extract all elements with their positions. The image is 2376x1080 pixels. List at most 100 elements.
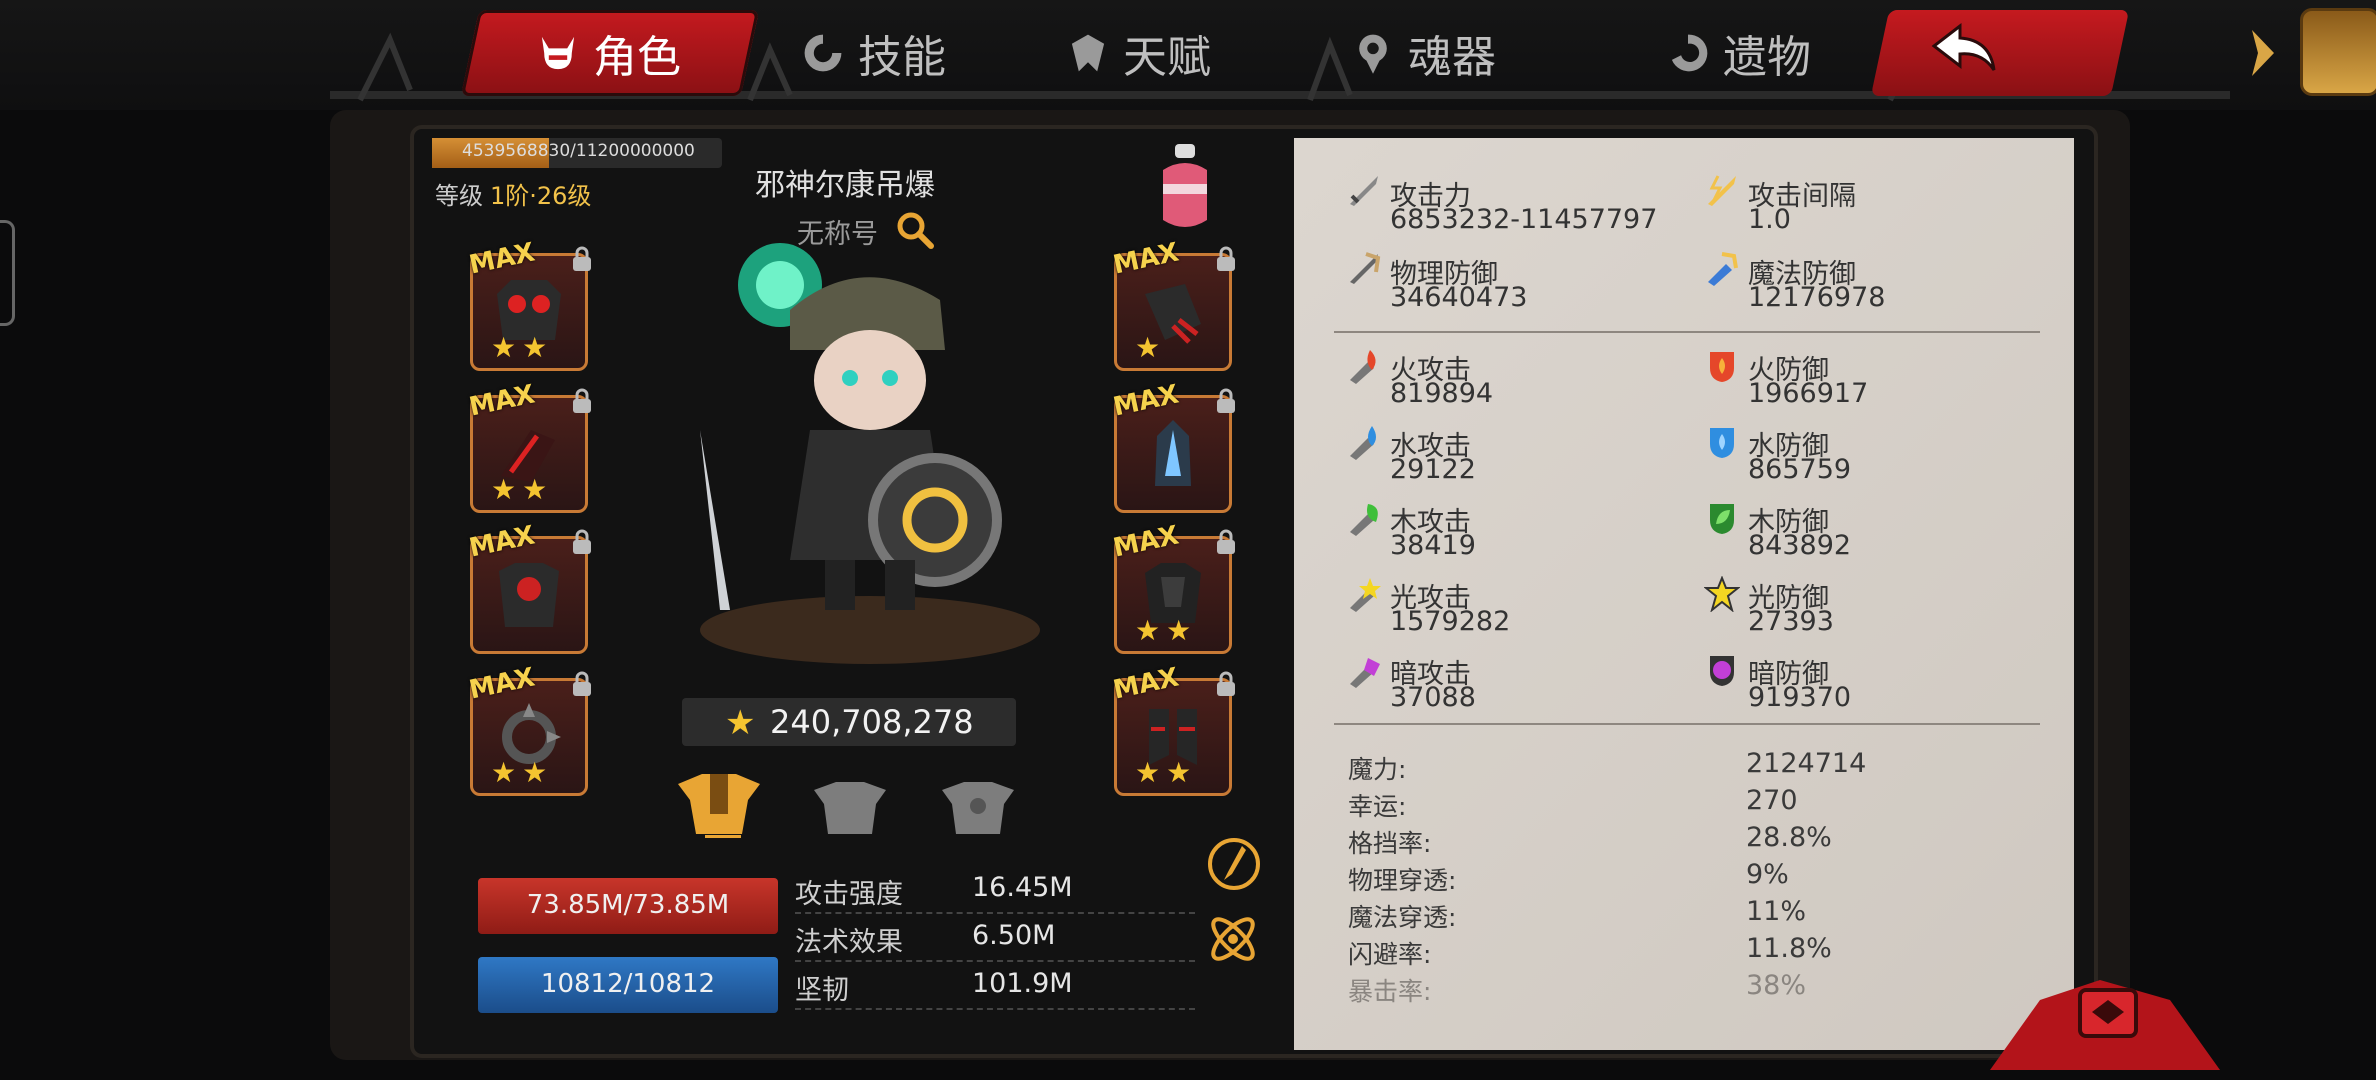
equip-slot-amulet[interactable]: MAX	[1111, 379, 1235, 513]
prop-label: 闪避率:	[1348, 940, 1432, 969]
prop-value: 9%	[1746, 859, 1789, 890]
light-defense-icon	[1704, 576, 1740, 612]
selected-indicator	[705, 835, 741, 838]
star-rating: ★★	[1135, 614, 1198, 647]
divider	[795, 960, 1195, 962]
equip-slot-ring[interactable]: MAX ★★	[467, 662, 591, 796]
back-button[interactable]	[1870, 10, 2130, 96]
stat-value: 34640473	[1390, 282, 1528, 313]
lightning-sword-icon	[1708, 175, 1736, 206]
combat-power-value: 240,708,278	[770, 703, 974, 741]
tab-label: 天赋	[1123, 32, 1211, 83]
dark-armor-icon	[499, 563, 559, 627]
prop-value: 11.8%	[1746, 933, 1832, 964]
treasure-chest-icon[interactable]	[2300, 8, 2376, 96]
atom-icon[interactable]	[1204, 910, 1262, 968]
prop-label: 格挡率:	[1348, 829, 1432, 858]
back-arrow-icon	[1931, 22, 1996, 71]
magic-defense-icon	[1708, 252, 1738, 286]
side-drawer-handle[interactable]	[0, 220, 15, 326]
prop-value: 2124714	[1746, 748, 1867, 779]
tab-soul-vessel[interactable]: 魂器	[1350, 18, 1496, 88]
lock-icon	[573, 246, 591, 271]
tab-label: 角色	[593, 32, 681, 83]
water-attack-icon	[1350, 426, 1376, 460]
level-label: 等级	[435, 182, 483, 210]
lock-icon	[1217, 388, 1235, 413]
spell-effect-label: 法术效果	[795, 927, 903, 958]
stat-value: 38419	[1390, 530, 1476, 561]
wood-attack-icon	[1350, 504, 1378, 536]
stat-value: 819894	[1390, 378, 1494, 409]
toughness-label: 坚韧	[795, 975, 849, 1006]
tab-relics[interactable]: 遗物	[1665, 18, 1811, 88]
divider	[1334, 723, 2040, 725]
stat-value: 865759	[1748, 454, 1852, 485]
lock-icon	[1217, 246, 1235, 271]
chevron-right-icon[interactable]	[2246, 24, 2280, 82]
skill-swirl-icon	[804, 34, 842, 72]
stat-value: 843892	[1748, 530, 1852, 561]
light-attack-icon	[1350, 578, 1381, 612]
armor-set-3-icon[interactable]	[936, 778, 1020, 838]
armor-set-1-icon[interactable]	[672, 770, 766, 842]
stat-value: 12176978	[1748, 282, 1886, 313]
prop-label: 魔力:	[1348, 755, 1407, 784]
equip-slot-gloves[interactable]: MAX ★★	[467, 379, 591, 513]
tab-label: 魂器	[1408, 32, 1496, 83]
prop-value: 11%	[1746, 896, 1807, 927]
equip-slot-helmet[interactable]: MAX ★★	[467, 237, 591, 371]
stat-value: 37088	[1390, 682, 1476, 713]
toughness-value: 101.9M	[972, 968, 1073, 999]
attack-power-label: 攻击强度	[795, 879, 903, 910]
lock-icon	[573, 671, 591, 696]
talent-crest-icon	[1071, 34, 1105, 72]
divider	[1334, 331, 2040, 333]
stat-value: 1579282	[1390, 606, 1511, 637]
star-rating: ★★	[491, 331, 554, 364]
relic-swirl-icon	[1671, 34, 1708, 72]
prop-value: 270	[1746, 785, 1798, 816]
tab-talent[interactable]: 天赋	[1065, 18, 1211, 88]
star-rating: ★★	[1135, 756, 1198, 789]
dark-attack-icon	[1350, 658, 1380, 688]
dark-defense-icon	[1710, 656, 1734, 686]
stat-value: 919370	[1748, 682, 1852, 713]
mp-text: 10812/10812	[540, 969, 716, 999]
stat-value: 1966917	[1748, 378, 1869, 409]
tab-character[interactable]: 角色	[535, 18, 681, 88]
quill-icon[interactable]	[1206, 836, 1262, 892]
star-rating: ★	[1135, 331, 1167, 364]
attack-power-value: 16.45M	[972, 872, 1073, 903]
fire-defense-icon	[1710, 352, 1734, 382]
level-value: 1阶·26级	[490, 182, 592, 210]
demon-emblem-icon[interactable]	[1980, 960, 2230, 1080]
prop-value: 28.8%	[1746, 822, 1832, 853]
equip-slot-boots[interactable]: MAX ★★	[1111, 662, 1235, 796]
divider	[795, 1008, 1195, 1010]
star-icon: ★	[725, 703, 756, 743]
prop-label: 幸运:	[1348, 792, 1407, 821]
potion-icon[interactable]	[1145, 140, 1225, 236]
tab-skills[interactable]: 技能	[800, 18, 946, 88]
spell-effect-value: 6.50M	[972, 920, 1056, 951]
divider	[795, 912, 1195, 914]
character-portrait	[700, 243, 1040, 664]
prop-label: 物理穿透:	[1348, 866, 1457, 895]
equip-slot-armor[interactable]: MAX	[467, 520, 591, 654]
equip-slot-body[interactable]: MAX ★★	[1111, 520, 1235, 654]
star-rating: ★★	[491, 473, 554, 506]
physical-defense-icon	[1350, 252, 1381, 284]
equip-slot-claw[interactable]: MAX ★	[1111, 237, 1235, 371]
stat-value: 27393	[1748, 606, 1834, 637]
stat-value: 29122	[1390, 454, 1476, 485]
exp-text: 4539568830/11200000000	[462, 141, 695, 161]
armor-set-2-icon[interactable]	[808, 778, 892, 838]
prop-value: 38%	[1746, 970, 1807, 1001]
stat-value: 6853232-11457797	[1390, 204, 1658, 235]
stat-value: 1.0	[1748, 204, 1791, 235]
prop-label: 暴击率:	[1348, 977, 1432, 1006]
lock-icon	[1217, 671, 1235, 696]
star-rating: ★★	[491, 756, 554, 789]
soul-vessel-icon	[1359, 34, 1387, 74]
